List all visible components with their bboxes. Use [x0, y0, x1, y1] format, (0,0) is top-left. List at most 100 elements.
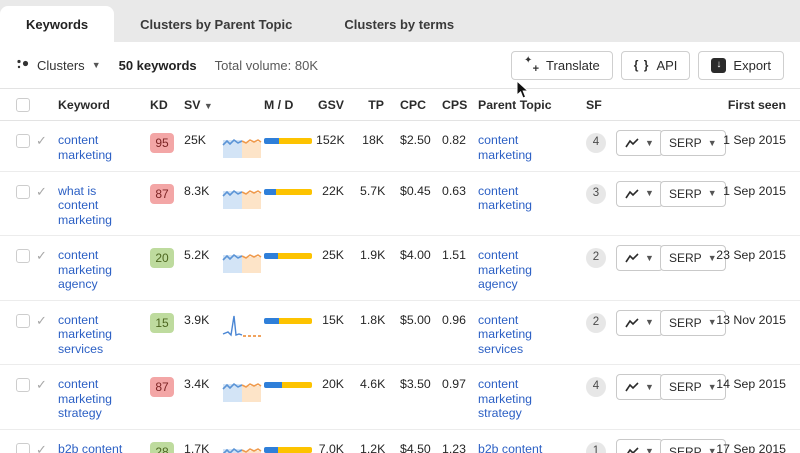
line-chart-icon — [625, 137, 639, 149]
row-checkbox[interactable] — [16, 249, 30, 263]
keyword-link[interactable]: content marketing services — [58, 313, 132, 357]
row-checkbox[interactable] — [16, 185, 30, 199]
cps-value: 0.82 — [436, 121, 472, 172]
serp-label: SERP — [669, 380, 702, 394]
mobile-desktop-bar — [264, 318, 312, 324]
sf-badge: 4 — [586, 377, 606, 397]
gsv-value: 22K — [310, 171, 354, 236]
clusters-dropdown[interactable]: Clusters ▼ — [16, 57, 101, 74]
serp-label: SERP — [669, 445, 702, 453]
trend-thumbnail[interactable] — [222, 442, 262, 453]
serp-button[interactable]: SERP ▼ — [660, 181, 726, 207]
toolbar: Clusters ▼ 50 keywords Total volume: 80K… — [0, 42, 800, 88]
col-header-gsv[interactable]: GSV — [310, 89, 354, 121]
trend-thumbnail[interactable] — [222, 133, 262, 159]
first-seen-value: 1 Sep 2015 — [710, 121, 800, 172]
cpc-value: $0.45 — [394, 171, 436, 236]
kd-badge: 20 — [150, 248, 174, 268]
kd-badge: 15 — [150, 313, 174, 333]
line-chart-icon — [625, 317, 639, 329]
position-history-button[interactable]: ▼ — [616, 439, 663, 453]
chevron-down-icon: ▼ — [645, 383, 654, 392]
row-checkbox[interactable] — [16, 134, 30, 148]
chevron-down-icon: ▼ — [645, 189, 654, 198]
check-icon: ✓ — [36, 377, 47, 392]
serp-label: SERP — [669, 187, 702, 201]
check-icon: ✓ — [36, 133, 47, 148]
serp-button[interactable]: SERP ▼ — [660, 130, 726, 156]
keyword-link[interactable]: what is content marketing — [58, 184, 132, 228]
desktop-share-segment — [282, 382, 312, 388]
tab-clusters-by-terms[interactable]: Clusters by terms — [318, 6, 480, 42]
parent-topic-link[interactable]: content marketing agency — [478, 248, 574, 292]
parent-topic-link[interactable]: content marketing — [478, 184, 574, 213]
parent-topic-link[interactable]: b2b content marketing — [478, 442, 574, 453]
parent-topic-link[interactable]: content marketing services — [478, 313, 574, 357]
position-history-button[interactable]: ▼ — [616, 245, 663, 271]
trend-thumbnail[interactable] — [222, 313, 262, 339]
tab-label: Keywords — [26, 17, 88, 32]
desktop-share-segment — [278, 447, 312, 453]
translate-button[interactable]: ✦+ Translate — [511, 51, 613, 80]
tab-clusters-by-parent-topic[interactable]: Clusters by Parent Topic — [114, 6, 318, 42]
col-header-keyword[interactable]: Keyword — [52, 89, 144, 121]
table-row: ✓ what is content marketing 87 8.3K — [0, 171, 800, 236]
gsv-value: 152K — [310, 121, 354, 172]
sf-badge: 4 — [586, 133, 606, 153]
cps-value: 0.97 — [436, 365, 472, 430]
clusters-label: Clusters — [37, 58, 85, 73]
kd-badge: 95 — [150, 133, 174, 153]
trend-thumbnail[interactable] — [222, 184, 262, 210]
col-header-md[interactable]: M / D — [258, 89, 310, 121]
col-header-tp[interactable]: TP — [354, 89, 394, 121]
col-header-cpc[interactable]: CPC — [394, 89, 436, 121]
position-history-button[interactable]: ▼ — [616, 374, 663, 400]
gsv-value: 25K — [310, 236, 354, 301]
trend-thumbnail[interactable] — [222, 377, 262, 403]
total-volume: Total volume: 80K — [215, 58, 318, 73]
parent-topic-link[interactable]: content marketing strategy — [478, 377, 574, 421]
sort-caret-icon: ▼ — [204, 101, 213, 111]
chevron-down-icon: ▼ — [708, 189, 717, 198]
col-header-first-seen[interactable]: First seen — [710, 89, 800, 121]
check-icon: ✓ — [36, 184, 47, 199]
position-history-button[interactable]: ▼ — [616, 310, 663, 336]
chevron-down-icon: ▼ — [645, 139, 654, 148]
check-icon: ✓ — [36, 442, 47, 453]
cpc-value: $4.00 — [394, 236, 436, 301]
col-header-parent-topic[interactable]: Parent Topic — [472, 89, 580, 121]
keyword-link[interactable]: content marketing agency — [58, 248, 132, 292]
keyword-link[interactable]: content marketing strategy — [58, 377, 132, 421]
tp-value: 1.2K — [354, 429, 394, 453]
row-checkbox[interactable] — [16, 314, 30, 328]
cpc-value: $4.50 — [394, 429, 436, 453]
keyword-link[interactable]: content marketing — [58, 133, 132, 162]
mobile-desktop-bar — [264, 189, 312, 195]
trend-thumbnail[interactable] — [222, 248, 262, 274]
tp-value: 18K — [354, 121, 394, 172]
row-checkbox[interactable] — [16, 378, 30, 392]
position-history-button[interactable]: ▼ — [616, 130, 663, 156]
mobile-share-segment — [264, 447, 278, 453]
col-header-sv[interactable]: SV ▼ — [178, 89, 216, 121]
col-header-cps[interactable]: CPS — [436, 89, 472, 121]
position-history-button[interactable]: ▼ — [616, 181, 663, 207]
line-chart-icon — [625, 252, 639, 264]
mobile-desktop-bar — [264, 382, 312, 388]
api-label: API — [656, 58, 677, 73]
chevron-down-icon: ▼ — [92, 61, 101, 70]
export-button[interactable]: ↓ Export — [698, 51, 784, 80]
row-checkbox[interactable] — [16, 443, 30, 453]
mobile-share-segment — [264, 138, 279, 144]
check-icon: ✓ — [36, 248, 47, 263]
sv-value: 1.7K — [178, 429, 216, 453]
tab-keywords[interactable]: Keywords — [0, 6, 114, 42]
table-row: ✓ content marketing agency 20 5.2K — [0, 236, 800, 301]
col-header-kd[interactable]: KD — [144, 89, 178, 121]
api-button[interactable]: { } API — [621, 51, 691, 80]
serp-label: SERP — [669, 136, 702, 150]
select-all-checkbox[interactable] — [16, 98, 30, 112]
parent-topic-link[interactable]: content marketing — [478, 133, 574, 162]
col-header-sf[interactable]: SF — [580, 89, 610, 121]
keyword-link[interactable]: b2b content marketing — [58, 442, 132, 453]
